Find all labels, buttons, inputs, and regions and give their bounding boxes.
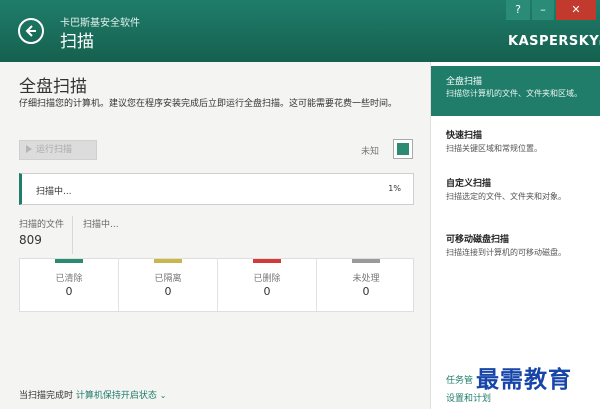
sidebar-item-title: 全盘扫描	[446, 77, 483, 87]
run-scan-label: 运行扫描	[36, 145, 73, 155]
sidebar-item-desc: 扫描选定的文件、文件夹和对象。	[446, 192, 566, 201]
sidebar-item-desc: 扫描关键区域和常规位置。	[446, 144, 542, 153]
scan-type-sidebar: 全盘扫描 扫描您计算机的文件、文件夹和区域。 快速扫描 扫描关键区域和常规位置。…	[430, 62, 600, 409]
chevron-down-icon[interactable]: ⌄	[160, 391, 167, 400]
stat-label: 未处理	[352, 274, 380, 284]
watermark-text: 最需教育	[476, 366, 572, 393]
status-label: 未知	[361, 147, 380, 157]
stat-color-bar	[55, 259, 83, 263]
stat-value: 0	[65, 285, 73, 298]
progress-percent: 1%	[388, 184, 401, 193]
stat-value: 0	[164, 285, 172, 298]
progress-text: 扫描中...	[36, 187, 72, 197]
back-arrow-icon	[25, 25, 36, 37]
close-button[interactable]: ✕	[556, 0, 596, 20]
task-manager-link[interactable]: 任务管	[446, 373, 473, 386]
sidebar-item-title: 快速扫描	[446, 131, 483, 141]
scanned-files-label: 扫描的文件	[19, 220, 65, 230]
current-scan-path: 扫描中...	[83, 220, 119, 230]
scan-main-panel: 全盘扫描 仔细扫描您的计算机。建议您在程序安装完成后立即运行全盘扫描。这可能需要…	[0, 62, 430, 409]
stat-label: 已清除	[55, 274, 83, 284]
sidebar-item-full-scan[interactable]: 全盘扫描 扫描您计算机的文件、文件夹和区域。	[431, 66, 600, 116]
page-heading: 扫描	[60, 32, 94, 52]
brand-text: KASPERSKY	[508, 34, 600, 49]
stat-label: 已删除	[253, 274, 281, 284]
minimize-button[interactable]: –	[532, 0, 554, 20]
scan-description: 仔细扫描您的计算机。建议您在程序安装完成后立即运行全盘扫描。这可能需要花费一些时…	[19, 99, 398, 109]
after-scan-label: 当扫描完成时	[19, 391, 74, 401]
play-icon	[26, 145, 32, 153]
after-scan-action: 当扫描完成时 计算机保持开启状态 ⌄	[19, 388, 166, 401]
stat-color-bar	[154, 259, 182, 263]
kaspersky-logo: KASPERSKYlab	[508, 34, 600, 49]
scan-progress-box: 扫描中... 1%	[19, 173, 414, 205]
stat-color-bar	[253, 259, 281, 263]
stat-cleaned: 已清除 0	[20, 259, 118, 311]
back-button[interactable]	[18, 18, 44, 44]
status-tile-icon[interactable]	[393, 139, 413, 159]
stat-deleted: 已删除 0	[218, 259, 316, 311]
stat-color-bar	[352, 259, 380, 263]
scan-title: 全盘扫描	[19, 77, 87, 97]
sidebar-item-title: 可移动磁盘扫描	[446, 235, 510, 245]
run-scan-button[interactable]: 运行扫描	[19, 140, 97, 160]
stat-value: 0	[263, 285, 271, 298]
scan-results-stats: 已清除 0 已隔离 0 已删除 0 未处理 0	[19, 258, 414, 312]
stat-label: 已隔离	[154, 274, 182, 284]
help-button[interactable]: ?	[506, 0, 530, 20]
title-bar: 卡巴斯基安全软件 扫描 ? – ✕ KASPERSKYlab	[0, 0, 600, 62]
stat-unprocessed: 未处理 0	[317, 259, 415, 311]
sidebar-item-desc: 扫描连接到计算机的可移动磁盘。	[446, 248, 566, 257]
divider	[72, 216, 73, 254]
after-scan-dropdown[interactable]: 计算机保持开启状态	[76, 391, 157, 401]
stat-quarantined: 已隔离 0	[119, 259, 217, 311]
sidebar-item-desc: 扫描您计算机的文件、文件夹和区域。	[446, 89, 582, 98]
scanned-files-count: 809	[19, 233, 42, 247]
stat-value: 0	[362, 285, 370, 298]
sidebar-item-title: 自定义扫描	[446, 179, 492, 189]
